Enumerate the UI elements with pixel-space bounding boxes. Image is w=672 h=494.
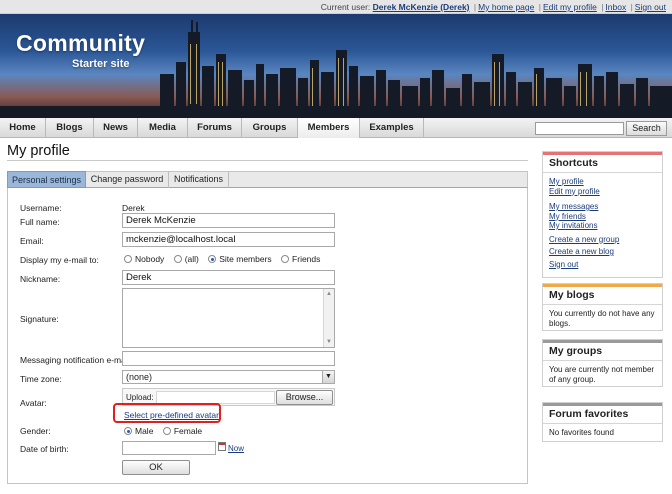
forum-favorites-title: Forum favorites bbox=[543, 406, 662, 424]
shortcut-create-blog[interactable]: Create a new blog bbox=[549, 247, 656, 257]
shortcut-sign-out[interactable]: Sign out bbox=[549, 260, 656, 270]
nav-news[interactable]: News bbox=[94, 118, 138, 138]
messaging-email-field[interactable] bbox=[122, 351, 335, 366]
my-blogs-title: My blogs bbox=[543, 287, 662, 305]
dob-label: Date of birth: bbox=[20, 444, 69, 454]
tab-notifications[interactable]: Notifications bbox=[169, 171, 229, 188]
calendar-icon[interactable] bbox=[218, 442, 226, 451]
radio-icon[interactable] bbox=[281, 255, 290, 263]
browse-button[interactable]: Browse... bbox=[276, 390, 333, 405]
shortcuts-title: Shortcuts bbox=[543, 155, 662, 173]
search-button[interactable]: Search bbox=[626, 121, 667, 136]
radio-selected-icon[interactable] bbox=[124, 427, 132, 435]
fullname-field[interactable]: Derek McKenzie bbox=[122, 213, 335, 228]
gender-female[interactable]: Female bbox=[162, 426, 202, 436]
ok-button[interactable]: OK bbox=[122, 460, 190, 475]
display-email-options: Nobody (all) Site members Friends bbox=[124, 254, 327, 264]
display-email-friends[interactable]: Friends bbox=[281, 254, 320, 264]
current-user-label: Current user: bbox=[320, 2, 371, 12]
logo-title[interactable]: Community bbox=[16, 30, 145, 57]
avatar-label: Avatar: bbox=[20, 398, 47, 408]
sign-out-link[interactable]: Sign out bbox=[635, 2, 666, 12]
nickname-field[interactable]: Derek bbox=[122, 270, 335, 285]
header-banner: Community Starter site bbox=[0, 14, 672, 118]
upload-label: Upload: bbox=[126, 393, 154, 402]
profile-tabs: Personal settings Change password Notifi… bbox=[7, 171, 528, 188]
display-email-label: Display my e-mail to: bbox=[20, 255, 99, 265]
my-blogs-text: You currently do not have any blogs. bbox=[549, 309, 655, 328]
current-user-link[interactable]: Derek McKenzie (Derek) bbox=[373, 2, 470, 12]
email-label: Email: bbox=[20, 236, 44, 246]
signature-textarea[interactable]: ▲ ▼ bbox=[122, 288, 335, 348]
shortcut-my-messages[interactable]: My messages bbox=[549, 202, 656, 212]
nav-home[interactable]: Home bbox=[0, 118, 46, 138]
shortcut-my-profile[interactable]: My profile bbox=[549, 177, 656, 187]
nav-forums[interactable]: Forums bbox=[188, 118, 242, 138]
dob-field[interactable] bbox=[122, 441, 216, 455]
fullname-label: Full name: bbox=[20, 217, 60, 227]
email-field[interactable]: mckenzie@localhost.local bbox=[122, 232, 335, 247]
signature-label: Signature: bbox=[20, 314, 59, 324]
user-bar: Current user: Derek McKenzie (Derek) | My… bbox=[0, 0, 672, 14]
display-email-nobody[interactable]: Nobody bbox=[124, 254, 164, 264]
title-divider bbox=[7, 160, 528, 161]
my-blogs-box: My blogs You currently do not have any b… bbox=[542, 283, 663, 331]
now-link[interactable]: Now bbox=[228, 444, 244, 453]
logo-subtitle: Starter site bbox=[72, 58, 130, 70]
gender-male[interactable]: Male bbox=[124, 426, 153, 436]
radio-icon[interactable] bbox=[124, 255, 132, 263]
nav-blogs[interactable]: Blogs bbox=[46, 118, 94, 138]
tab-change-password[interactable]: Change password bbox=[86, 171, 169, 188]
display-email-all[interactable]: (all) bbox=[173, 254, 199, 264]
username-label: Username: bbox=[20, 203, 62, 213]
nav-groups[interactable]: Groups bbox=[242, 118, 298, 138]
highlight-annotation bbox=[113, 403, 221, 423]
my-groups-box: My groups You are currently not member o… bbox=[542, 339, 663, 387]
shortcuts-box: Shortcuts My profile Edit my profile My … bbox=[542, 151, 663, 278]
timezone-value: (none) bbox=[126, 372, 153, 382]
nav-media[interactable]: Media bbox=[138, 118, 188, 138]
gender-label: Gender: bbox=[20, 426, 51, 436]
timezone-select[interactable]: (none) ▼ bbox=[122, 370, 335, 384]
timezone-label: Time zone: bbox=[20, 374, 62, 384]
shortcut-create-group[interactable]: Create a new group bbox=[549, 235, 656, 245]
nav-examples[interactable]: Examples bbox=[360, 118, 424, 138]
scroll-up-icon[interactable]: ▲ bbox=[324, 289, 334, 299]
my-home-page-link[interactable]: My home page bbox=[478, 2, 534, 12]
signature-scrollbar[interactable]: ▲ ▼ bbox=[323, 289, 334, 347]
inbox-link[interactable]: Inbox bbox=[605, 2, 626, 12]
nav-members[interactable]: Members bbox=[298, 118, 360, 138]
radio-icon[interactable] bbox=[173, 255, 182, 263]
username-value: Derek bbox=[122, 203, 145, 213]
gender-options: Male Female bbox=[124, 426, 209, 436]
messaging-email-label: Messaging notification e-mail: bbox=[20, 355, 132, 365]
shortcut-my-friends[interactable]: My friends bbox=[549, 212, 656, 222]
forum-favorites-box: Forum favorites No favorites found bbox=[542, 402, 663, 442]
shortcut-edit-my-profile[interactable]: Edit my profile bbox=[549, 187, 656, 197]
radio-icon[interactable] bbox=[162, 427, 171, 435]
display-email-site-members[interactable]: Site members bbox=[208, 254, 272, 264]
page-title: My profile bbox=[7, 143, 70, 159]
scroll-down-icon[interactable]: ▼ bbox=[324, 337, 334, 347]
shortcut-my-invitations[interactable]: My invitations bbox=[549, 221, 656, 231]
my-groups-title: My groups bbox=[543, 343, 662, 361]
forum-favorites-text: No favorites found bbox=[549, 428, 614, 437]
edit-my-profile-link[interactable]: Edit my profile bbox=[543, 2, 597, 12]
tab-personal-settings[interactable]: Personal settings bbox=[7, 171, 86, 188]
radio-selected-icon[interactable] bbox=[208, 255, 217, 263]
search-input[interactable] bbox=[535, 122, 624, 135]
my-groups-text: You are currently not member of any grou… bbox=[549, 365, 655, 384]
chevron-down-icon[interactable]: ▼ bbox=[322, 371, 334, 383]
nickname-label: Nickname: bbox=[20, 274, 61, 284]
